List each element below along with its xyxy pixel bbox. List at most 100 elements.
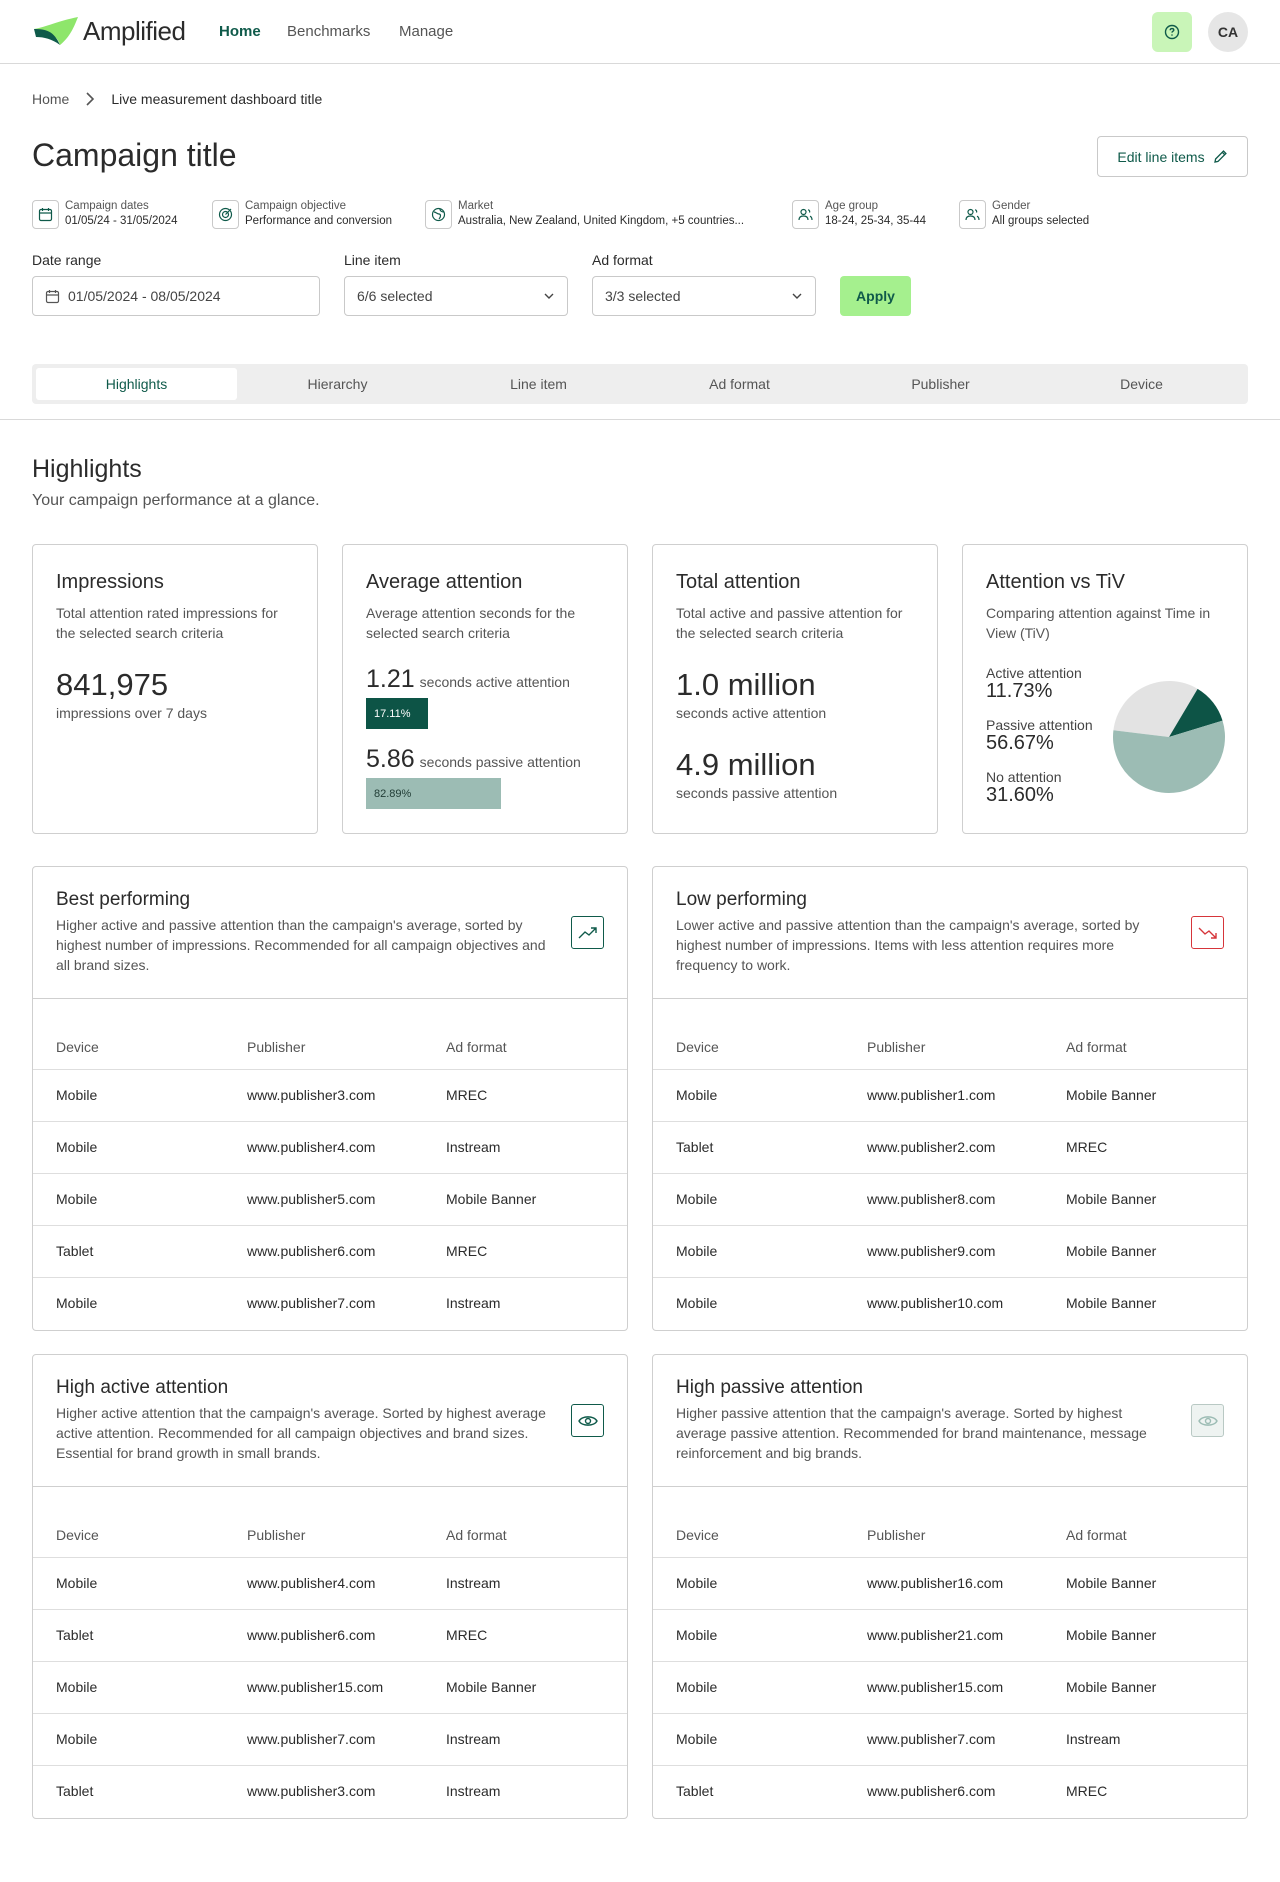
tab-device[interactable]: Device: [1041, 368, 1242, 400]
avatar[interactable]: CA: [1208, 12, 1248, 52]
table-header-row: Device Publisher Ad format: [33, 1487, 627, 1558]
column-header-device[interactable]: Device: [56, 1527, 99, 1543]
table-card-header: High passive attention Higher passive att…: [653, 1355, 1247, 1487]
table-row[interactable]: Mobile www.publisher7.com Instream: [653, 1714, 1247, 1766]
ad-format-select[interactable]: 3/3 selected: [592, 276, 816, 316]
column-header-publisher[interactable]: Publisher: [867, 1527, 925, 1543]
top-nav: Amplified Home Benchmarks Manage CA: [0, 0, 1280, 64]
eye-icon[interactable]: [571, 1404, 604, 1437]
card-title: Impressions: [56, 571, 164, 593]
table-row[interactable]: Mobile www.publisher4.com Instream: [33, 1122, 627, 1174]
column-header-publisher[interactable]: Publisher: [247, 1039, 305, 1055]
table-cell-device: Tablet: [676, 1139, 714, 1155]
table-row[interactable]: Mobile www.publisher10.com Mobile Banner: [653, 1278, 1247, 1330]
table-cell-ad-format: MREC: [446, 1243, 488, 1259]
tab-highlights[interactable]: Highlights: [36, 368, 237, 400]
table-cell-publisher: www.publisher5.com: [247, 1191, 376, 1207]
attention-vs-tiv-card: Attention vs TiV Comparing attention aga…: [962, 544, 1248, 834]
card-title: Attention vs TiV: [986, 571, 1125, 593]
logo[interactable]: Amplified: [32, 15, 186, 47]
column-header-publisher[interactable]: Publisher: [247, 1527, 305, 1543]
help-button[interactable]: [1152, 12, 1192, 52]
calendar-icon: [45, 289, 60, 303]
table-cell-ad-format: Instream: [446, 1139, 501, 1155]
column-header-ad-format[interactable]: Ad format: [1066, 1039, 1127, 1055]
column-header-device[interactable]: Device: [676, 1527, 719, 1543]
edit-line-items-button[interactable]: Edit line items: [1097, 136, 1248, 177]
column-header-device[interactable]: Device: [676, 1039, 719, 1055]
trending-down-icon[interactable]: [1191, 916, 1224, 949]
date-range-label: Date range: [32, 252, 102, 268]
edit-line-items-label: Edit line items: [1117, 148, 1205, 165]
tab-bar: Highlights Hierarchy Line item Ad format…: [32, 364, 1248, 404]
column-header-ad-format[interactable]: Ad format: [446, 1039, 507, 1055]
nav-manage-link[interactable]: Manage: [399, 23, 453, 40]
table-cell-ad-format: Instream: [446, 1731, 501, 1747]
meta-age-group: Age group 18-24, 25-34, 35-44: [792, 199, 926, 229]
column-header-ad-format[interactable]: Ad format: [1066, 1527, 1127, 1543]
meta-value: Australia, New Zealand, United Kingdom, …: [458, 215, 745, 227]
table-row[interactable]: Mobile www.publisher15.com Mobile Banner: [33, 1662, 627, 1714]
table-cell-ad-format: Mobile Banner: [1066, 1191, 1157, 1207]
calendar-icon: [32, 199, 59, 229]
table-cell-device: Mobile: [676, 1679, 718, 1695]
ad-format-label: Ad format: [592, 252, 653, 268]
tab-publisher[interactable]: Publisher: [840, 368, 1041, 400]
table-row[interactable]: Mobile www.publisher21.com Mobile Banner: [653, 1610, 1247, 1662]
tiv-active-value: 11.73%: [986, 680, 1053, 702]
target-icon: [212, 199, 239, 229]
passive-attention-bar: 82.89%: [366, 778, 501, 809]
table-cell-ad-format: MREC: [1066, 1783, 1108, 1799]
tab-line-item[interactable]: Line item: [438, 368, 639, 400]
table-cell-device: Tablet: [56, 1783, 94, 1799]
table-row[interactable]: Mobile www.publisher9.com Mobile Banner: [653, 1226, 1247, 1278]
table-row[interactable]: Tablet www.publisher3.com Instream: [33, 1766, 627, 1818]
table-row[interactable]: Mobile www.publisher7.com Instream: [33, 1278, 627, 1330]
tab-hierarchy[interactable]: Hierarchy: [237, 368, 438, 400]
table-row[interactable]: Mobile www.publisher8.com Mobile Banner: [653, 1174, 1247, 1226]
table-cell-device: Tablet: [676, 1783, 714, 1799]
table-cell-device: Mobile: [676, 1295, 718, 1311]
table-card-description: Higher passive attention that the campai…: [676, 1405, 1147, 1461]
table-row[interactable]: Mobile www.publisher3.com MREC: [33, 1070, 627, 1122]
logo-text: Amplified: [83, 15, 186, 46]
tab-ad-format[interactable]: Ad format: [639, 368, 840, 400]
eye-icon[interactable]: [1191, 1404, 1224, 1437]
table-row[interactable]: Mobile www.publisher16.com Mobile Banner: [653, 1558, 1247, 1610]
column-header-publisher[interactable]: Publisher: [867, 1039, 925, 1055]
table-row[interactable]: Tablet www.publisher2.com MREC: [653, 1122, 1247, 1174]
divider: [0, 419, 1280, 420]
table-row[interactable]: Mobile www.publisher5.com Mobile Banner: [33, 1174, 627, 1226]
table-cell-device: Mobile: [56, 1087, 98, 1103]
column-header-ad-format[interactable]: Ad format: [446, 1527, 507, 1543]
active-attention-label: seconds active attention: [419, 674, 570, 690]
nav-home-link[interactable]: Home: [219, 23, 261, 40]
card-description: Average attention seconds for the select…: [366, 605, 576, 641]
total-active-label: seconds active attention: [676, 705, 827, 721]
table-row[interactable]: Mobile www.publisher4.com Instream: [33, 1558, 627, 1610]
nav-benchmarks-link[interactable]: Benchmarks: [287, 23, 370, 40]
table-row[interactable]: Tablet www.publisher6.com MREC: [653, 1766, 1247, 1818]
apply-button[interactable]: Apply: [840, 276, 911, 316]
tiv-none-value: 31.60%: [986, 784, 1054, 806]
date-range-input[interactable]: 01/05/2024 - 08/05/2024: [32, 276, 320, 316]
table-card-title: High passive attention: [676, 1377, 863, 1398]
table-cell-publisher: www.publisher3.com: [247, 1783, 376, 1799]
line-item-value: 6/6 selected: [357, 288, 433, 304]
active-attention-value: 1.21: [366, 665, 415, 693]
table-row[interactable]: Mobile www.publisher15.com Mobile Banner: [653, 1662, 1247, 1714]
meta-market: Market Australia, New Zealand, United Kin…: [425, 199, 744, 229]
trending-up-icon[interactable]: [571, 916, 604, 949]
line-item-select[interactable]: 6/6 selected: [344, 276, 568, 316]
column-header-device[interactable]: Device: [56, 1039, 99, 1055]
table-row[interactable]: Tablet www.publisher6.com MREC: [33, 1226, 627, 1278]
tiv-passive-value: 56.67%: [986, 732, 1054, 754]
table-cell-ad-format: Mobile Banner: [1066, 1679, 1157, 1695]
table-cell-ad-format: Mobile Banner: [446, 1191, 537, 1207]
globe-icon: [425, 199, 452, 229]
table-row[interactable]: Mobile www.publisher7.com Instream: [33, 1714, 627, 1766]
table-row[interactable]: Mobile www.publisher1.com Mobile Banner: [653, 1070, 1247, 1122]
breadcrumb-home[interactable]: Home: [32, 91, 69, 107]
users-icon: [792, 199, 819, 229]
table-row[interactable]: Tablet www.publisher6.com MREC: [33, 1610, 627, 1662]
